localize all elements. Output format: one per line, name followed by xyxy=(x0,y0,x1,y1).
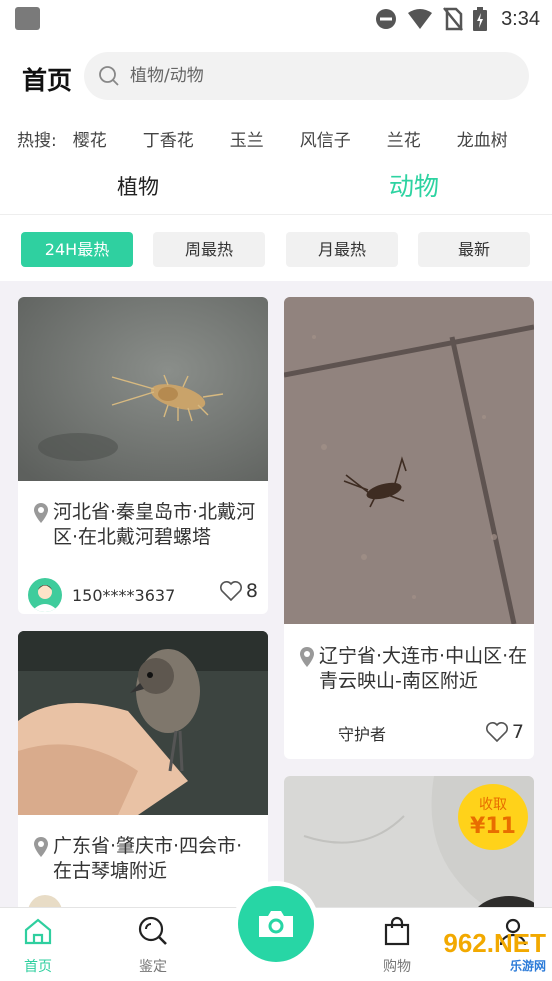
author-name: 守护者 xyxy=(338,725,387,744)
tab-plants[interactable]: 植物 xyxy=(0,165,276,209)
hot-search-bar: 热搜: 樱花 丁香花 玉兰 风信子 兰花 龙血树 xyxy=(17,124,552,152)
nav-identify-label: 鉴定 xyxy=(139,959,167,975)
post-author[interactable]: 150****3637 xyxy=(28,578,175,612)
home-icon xyxy=(24,918,52,945)
post-location: 辽宁省·大连市·中山区·在青云映山-南区附近 xyxy=(319,645,528,692)
post-card[interactable]: 广东省·肇庆市·四会市·在古琴塘附近 xyxy=(18,631,268,907)
wifi-icon xyxy=(408,9,433,29)
like-button[interactable]: 8 xyxy=(219,580,258,602)
like-count: 7 xyxy=(511,721,524,743)
nav-shopping-label: 购物 xyxy=(383,959,411,975)
identify-icon xyxy=(138,916,167,945)
hot-search-item[interactable]: 兰花 xyxy=(387,126,421,151)
post-location: 广东省·肇庆市·四会市·在古琴塘附近 xyxy=(53,835,243,882)
reward-badge: 收取 ¥11 xyxy=(458,784,528,850)
hot-search-item[interactable]: 风信子 xyxy=(300,126,351,151)
header: 首页 xyxy=(0,50,552,104)
tab-animals[interactable]: 动物 xyxy=(276,165,552,209)
post-photo-cricket xyxy=(284,297,534,625)
location-pin-icon xyxy=(300,647,314,667)
hot-search-item[interactable]: 玉兰 xyxy=(230,126,264,151)
author-name: 150****3637 xyxy=(72,585,176,605)
hot-search-item[interactable]: 丁香花 xyxy=(143,126,194,151)
filter-bar: 24H最热 周最热 月最热 最新 xyxy=(0,219,552,281)
heart-icon xyxy=(485,722,508,742)
post-feed[interactable]: 河北省·秦皇岛市·北戴河区·在北戴河碧螺塔 150****3637 8 辽宁省·… xyxy=(0,281,552,907)
search-input[interactable] xyxy=(130,52,510,100)
shopping-bag-icon xyxy=(384,916,410,946)
post-photo-woodlouse xyxy=(18,297,268,481)
post-card[interactable]: 辽宁省·大连市·中山区·在青云映山-南区附近 守护者 7 xyxy=(284,297,534,759)
post-author[interactable]: 守护者 xyxy=(338,721,386,745)
filter-month-hot[interactable]: 月最热 xyxy=(286,232,398,267)
heart-icon xyxy=(219,581,242,601)
dnd-icon xyxy=(376,9,397,29)
post-photo-bird xyxy=(18,631,268,815)
search-bar[interactable] xyxy=(84,52,529,100)
camera-icon xyxy=(259,911,293,937)
camera-button[interactable] xyxy=(238,886,314,962)
like-button[interactable]: 7 xyxy=(485,721,524,743)
nav-home[interactable]: 首页 xyxy=(0,908,78,981)
avatar xyxy=(28,578,62,612)
search-icon xyxy=(99,66,119,86)
like-count: 8 xyxy=(245,580,258,602)
nav-shopping[interactable]: 购物 xyxy=(357,908,437,981)
watermark-logo: 962.NET 乐游网 xyxy=(443,928,546,973)
app-notification-icon xyxy=(15,7,40,30)
category-tabs: 植物 动物 xyxy=(0,165,552,215)
filter-24h-hot[interactable]: 24H最热 xyxy=(21,232,133,267)
hot-search-label: 热搜: xyxy=(17,130,57,151)
post-location: 河北省·秦皇岛市·北戴河区·在北戴河碧螺塔 xyxy=(53,501,256,548)
battery-icon xyxy=(473,7,488,31)
clock: 3:34 xyxy=(501,7,540,30)
reward-price: ¥11 xyxy=(470,814,516,839)
page-title: 首页 xyxy=(22,66,73,95)
hot-search-item[interactable]: 樱花 xyxy=(73,126,107,151)
status-bar: 3:34 xyxy=(0,0,552,38)
nav-identify[interactable]: 鉴定 xyxy=(113,908,193,981)
nav-home-label: 首页 xyxy=(24,959,52,975)
reward-label: 收取 xyxy=(479,797,507,813)
hot-search-item[interactable]: 龙血树 xyxy=(457,126,508,151)
post-card[interactable]: 河北省·秦皇岛市·北戴河区·在北戴河碧螺塔 150****3637 8 xyxy=(18,297,268,614)
location-pin-icon xyxy=(34,837,48,857)
no-sim-icon xyxy=(443,7,464,31)
filter-newest[interactable]: 最新 xyxy=(418,232,530,267)
location-pin-icon xyxy=(34,503,48,523)
status-icons: 3:34 xyxy=(375,6,540,32)
post-card[interactable]: 收取 ¥11 xyxy=(284,776,534,907)
filter-week-hot[interactable]: 周最热 xyxy=(153,232,265,267)
